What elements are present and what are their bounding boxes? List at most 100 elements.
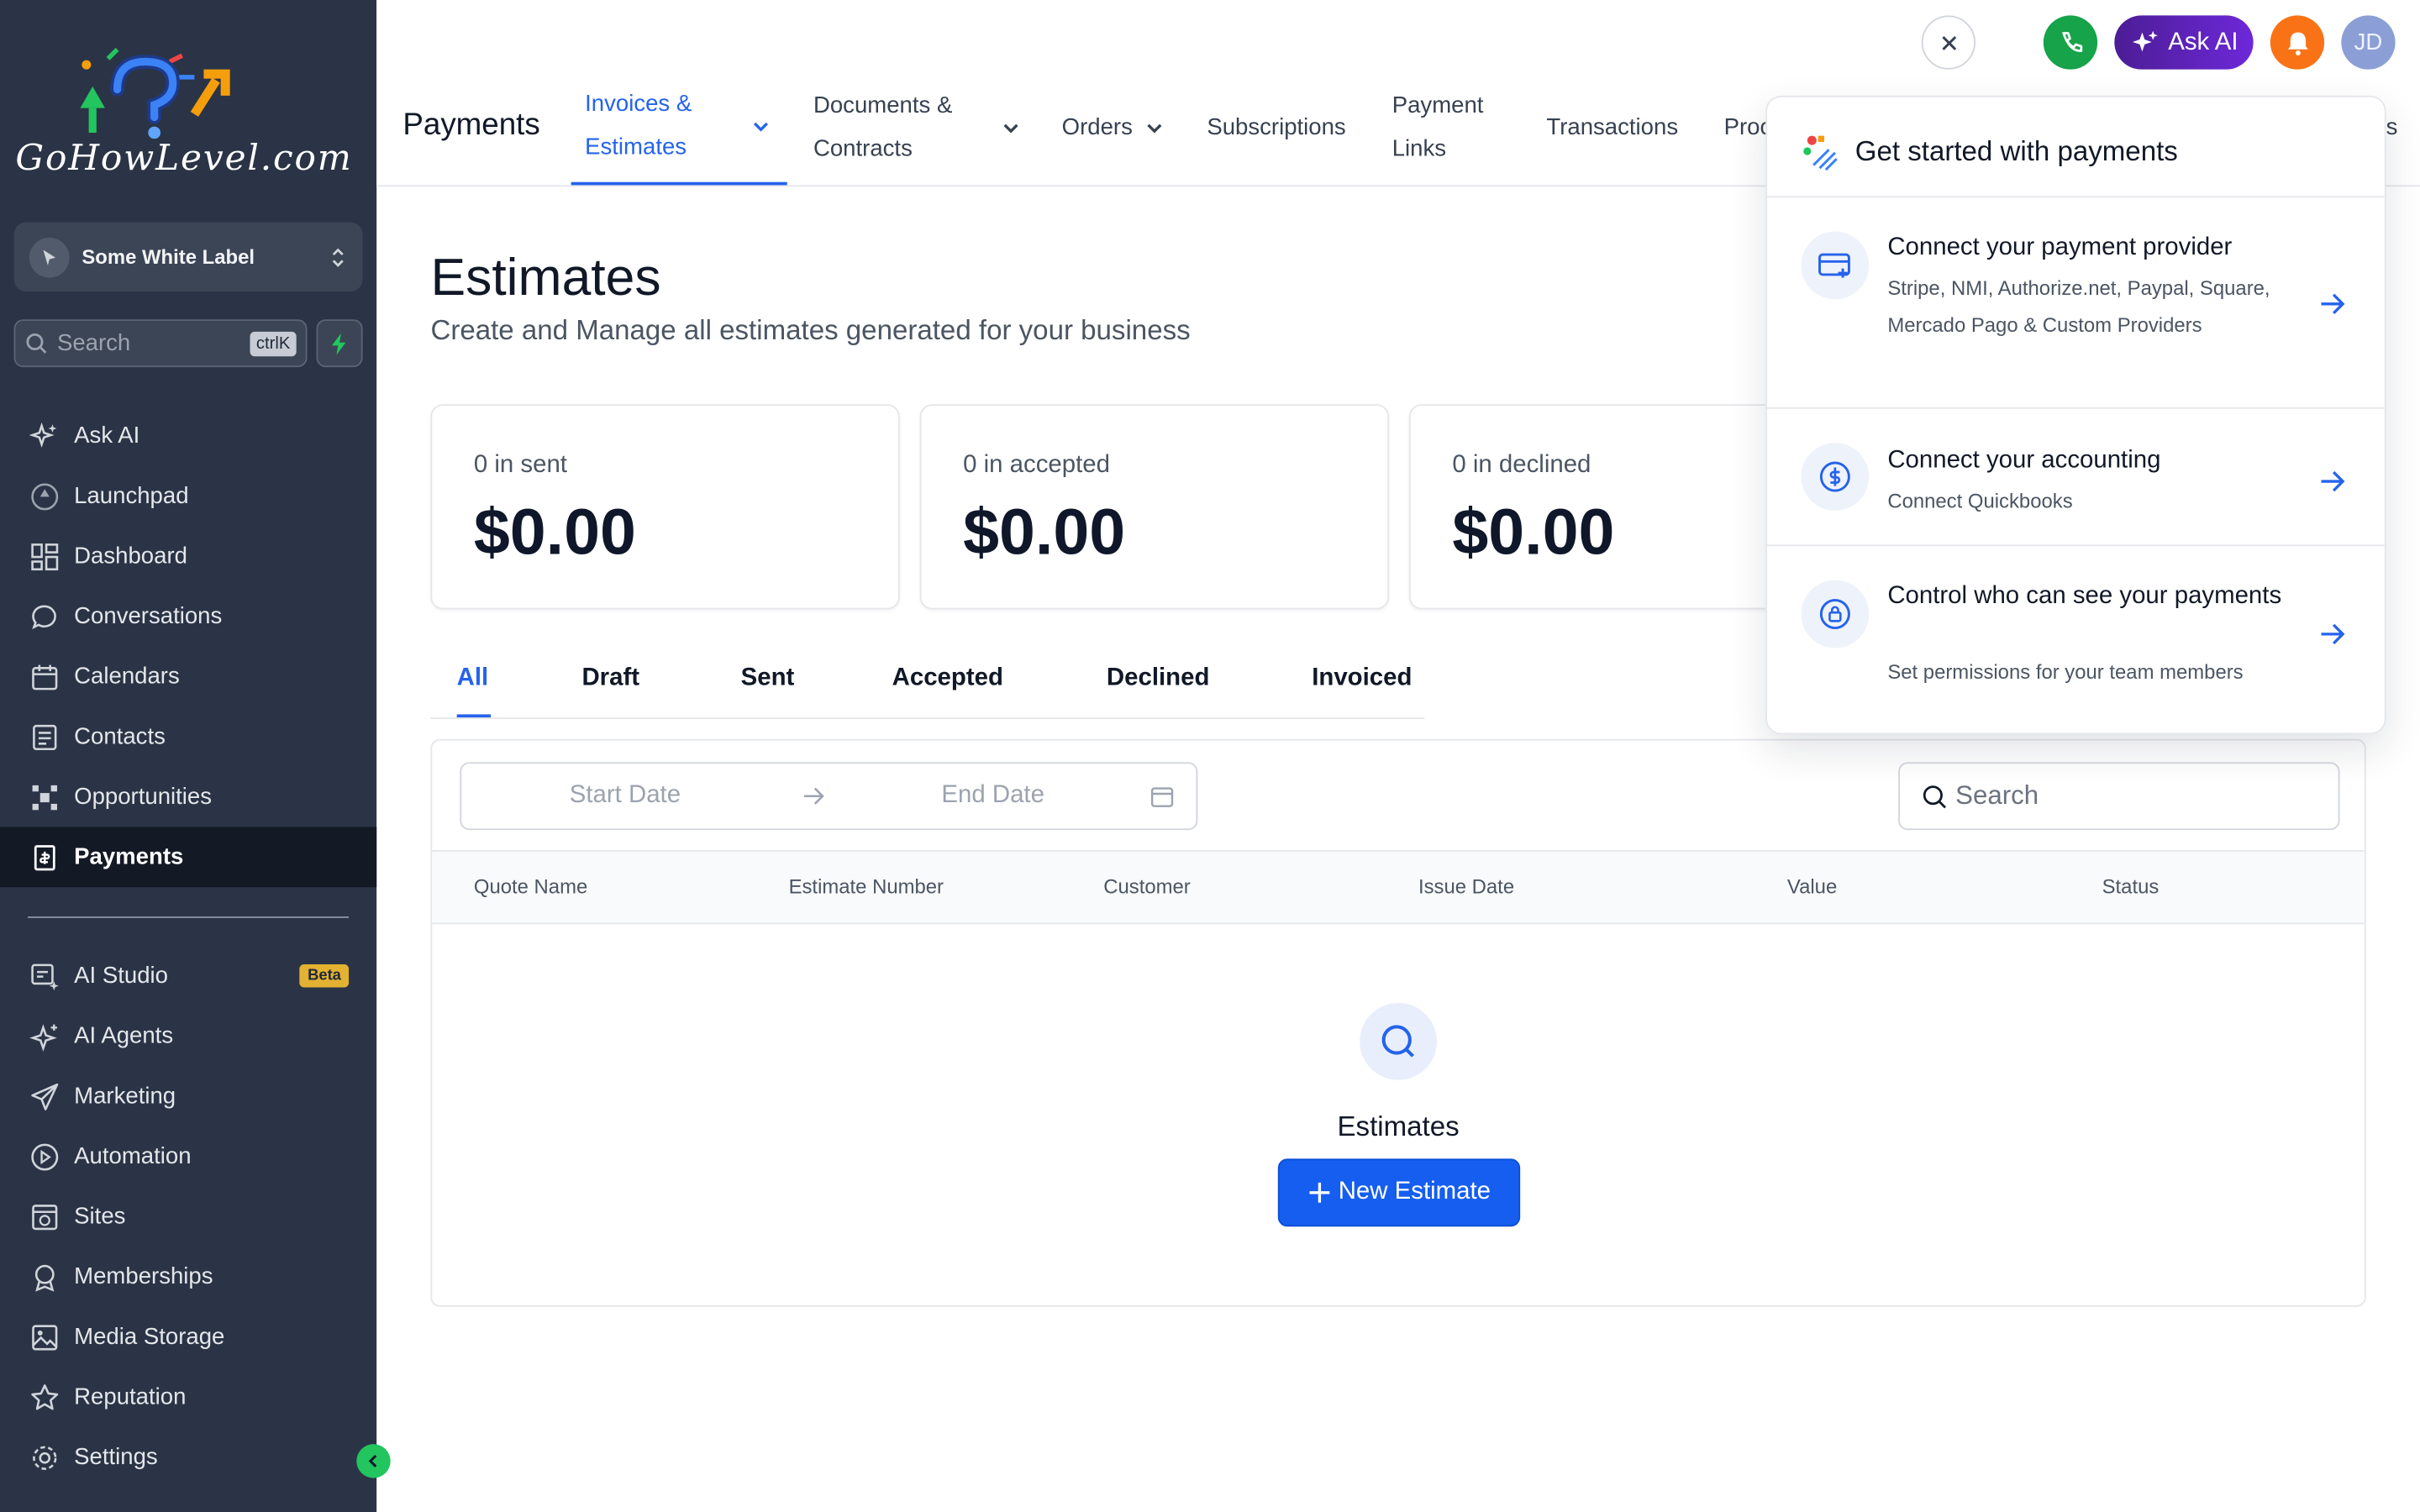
new-estimate-button[interactable]: New Estimate <box>1277 1158 1521 1227</box>
account-cursor-icon <box>29 236 70 277</box>
column-value[interactable]: Value <box>1787 874 1837 898</box>
active-tab-indicator <box>571 181 787 186</box>
chevron-down-icon[interactable] <box>750 116 772 138</box>
ask-ai-button[interactable]: Ask AI <box>2114 15 2254 70</box>
tab-documents-contracts[interactable]: Documents & Contracts <box>813 85 952 171</box>
popover-item-permissions[interactable]: Control who can see your payments Set pe… <box>1767 546 2385 732</box>
column-issue-date[interactable]: Issue Date <box>1418 874 1514 898</box>
sidebar-collapse-button[interactable] <box>356 1444 391 1478</box>
bolt-icon <box>331 332 346 354</box>
tab-payment-links[interactable]: Payment Links <box>1392 85 1484 171</box>
sidebar-item-label: Calendars <box>74 663 180 690</box>
tab-transactions[interactable]: Transactions <box>1546 107 1678 150</box>
opportunities-icon <box>28 780 60 813</box>
sidebar-search-placeholder: Search <box>56 330 131 357</box>
sidebar-search-input[interactable]: Search ctrlK <box>13 319 308 368</box>
chevron-down-icon[interactable] <box>1144 118 1165 139</box>
sidebar-item-settings[interactable]: Settings <box>0 1427 376 1488</box>
beta-badge: Beta <box>299 963 350 988</box>
sparkle-icon <box>28 420 60 453</box>
close-button[interactable] <box>1921 15 1976 70</box>
column-quote-name[interactable]: Quote Name <box>474 874 587 898</box>
phone-button[interactable] <box>2043 15 2098 70</box>
sidebar-item-payments[interactable]: Payments <box>0 827 377 888</box>
tab-invoices-estimates[interactable]: Invoices & Estimates <box>585 83 692 170</box>
sidebar-item-dashboard[interactable]: Dashboard <box>0 526 376 586</box>
sidebar-item-sites[interactable]: Sites <box>0 1186 376 1247</box>
ask-ai-label: Ask AI <box>2168 28 2238 55</box>
tab-label-line2: Links <box>1392 135 1447 162</box>
sidebar-item-label: Opportunities <box>74 784 213 811</box>
start-date-input[interactable]: Start Date <box>570 782 681 810</box>
sidebar-item-label: Launchpad <box>74 482 189 510</box>
sidebar-item-conversations[interactable]: Conversations <box>0 586 376 647</box>
sidebar-item-calendars[interactable]: Calendars <box>0 647 376 707</box>
sidebar-item-launchpad[interactable]: Launchpad <box>0 466 376 527</box>
tab-overflow[interactable]: s <box>2386 107 2398 150</box>
sidebar-item-label: Sites <box>74 1203 126 1230</box>
brand-logo[interactable]: GoHowLevel.com <box>13 46 371 185</box>
sidebar-item-label: Ask AI <box>74 423 140 449</box>
column-status[interactable]: Status <box>2102 874 2160 898</box>
end-date-input[interactable]: End Date <box>941 782 1044 810</box>
sidebar-item-reputation[interactable]: Reputation <box>0 1367 376 1427</box>
search-icon <box>26 333 47 354</box>
avatar[interactable]: JD <box>2341 15 2396 70</box>
brand-logo-text: GoHowLevel.com <box>15 139 353 180</box>
tab-label-line2: Estimates <box>585 134 687 161</box>
popover-item-payment-provider[interactable]: Connect your payment provider Stripe, NM… <box>1767 197 2385 409</box>
account-switcher[interactable]: Some White Label <box>13 222 363 292</box>
column-customer[interactable]: Customer <box>1103 874 1191 898</box>
stat-label: 0 in accepted <box>963 452 1110 479</box>
sidebar-item-label: Payments <box>74 843 184 870</box>
tab-accepted[interactable]: Accepted <box>892 665 1003 693</box>
sidebar-item-media-storage[interactable]: Media Storage <box>0 1307 376 1368</box>
sidebar-item-contacts[interactable]: Contacts <box>0 706 376 767</box>
tab-label-line1: Payment <box>1392 92 1484 119</box>
estimates-search-input[interactable]: Search <box>1898 762 2340 831</box>
popover-item-accounting[interactable]: Connect your accounting Connect Quickboo… <box>1767 409 2385 547</box>
tab-subscriptions[interactable]: Subscriptions <box>1207 107 1345 150</box>
search-shortcut-badge: ctrlK <box>250 330 297 356</box>
active-status-indicator <box>456 714 492 718</box>
image-icon <box>28 1320 60 1353</box>
lock-circle-icon <box>1801 580 1870 648</box>
bell-icon <box>2287 31 2307 55</box>
tab-orders[interactable]: Orders <box>1062 107 1133 150</box>
notifications-button[interactable] <box>2270 15 2325 70</box>
stat-card-accepted: 0 in accepted $0.00 <box>919 404 1390 610</box>
sidebar-item-ai-agents[interactable]: AI Agents <box>0 1006 376 1067</box>
sidebar-item-ask-ai[interactable]: Ask AI <box>0 406 376 466</box>
sidebar-item-label: Contacts <box>74 723 166 750</box>
sidebar-item-label: AI Agents <box>74 1022 174 1049</box>
sidebar-item-ai-studio[interactable]: AI Studio Beta <box>0 946 376 1006</box>
table-header: Quote Name Estimate Number Customer Issu… <box>432 850 2365 925</box>
payments-icon <box>28 841 60 874</box>
tab-declined[interactable]: Declined <box>1107 665 1209 693</box>
ai-studio-icon <box>28 959 60 992</box>
tab-products[interactable]: Proc <box>1724 107 1772 150</box>
sidebar-item-automation[interactable]: Automation <box>0 1126 376 1187</box>
tab-label-line2: Contracts <box>813 135 913 162</box>
sidebar-item-memberships[interactable]: Memberships <box>0 1247 376 1307</box>
tab-draft[interactable]: Draft <box>581 665 639 693</box>
tab-all[interactable]: All <box>457 665 489 693</box>
date-range-picker[interactable]: Start Date End Date <box>460 762 1198 831</box>
tab-invoiced[interactable]: Invoiced <box>1312 665 1412 693</box>
ai-agents-icon <box>28 1020 60 1053</box>
sidebar-item-opportunities[interactable]: Opportunities <box>0 767 376 827</box>
popover-item-description: Stripe, NMI, Authorize.net, Paypal, Squa… <box>1887 276 2270 337</box>
tab-sent[interactable]: Sent <box>741 665 795 693</box>
sidebar-item-label: Marketing <box>74 1083 176 1110</box>
stat-label: 0 in sent <box>473 452 567 479</box>
chevron-down-icon[interactable] <box>1000 118 1022 139</box>
stat-value: $0.00 <box>1452 495 1615 568</box>
star-icon <box>28 1381 60 1414</box>
get-started-illustration-icon <box>1803 135 1838 171</box>
grid-icon <box>28 540 60 573</box>
quick-action-button[interactable] <box>316 319 363 368</box>
get-started-popover: Get started with payments Connect your p… <box>1765 95 2386 735</box>
column-estimate-number[interactable]: Estimate Number <box>789 874 944 898</box>
section-title: Estimates <box>430 248 661 307</box>
sidebar-item-marketing[interactable]: Marketing <box>0 1066 376 1126</box>
